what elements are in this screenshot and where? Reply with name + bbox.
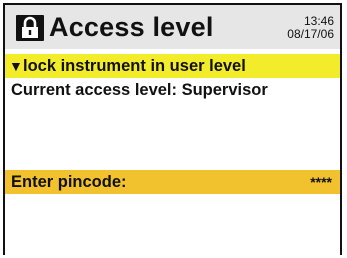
clock-display: 13:46 08/17/06 xyxy=(274,15,334,41)
lock-icon xyxy=(16,15,44,41)
lock-option-label: lock instrument in user level xyxy=(23,57,246,75)
current-access-level: Current access level: Supervisor xyxy=(5,78,340,102)
dropdown-arrow-icon: ▼ xyxy=(9,58,23,74)
pincode-field[interactable]: Enter pincode: **** xyxy=(5,170,340,194)
lock-instrument-option[interactable]: ▼ lock instrument in user level xyxy=(5,54,340,78)
current-level-label: Current access level: Supervisor xyxy=(11,81,268,99)
pincode-label: Enter pincode: xyxy=(11,173,127,191)
date-text: 08/17/06 xyxy=(287,27,334,41)
pincode-value[interactable]: **** xyxy=(310,170,332,194)
page-title: Access level xyxy=(49,12,214,42)
title-bar: Access level 13:46 08/17/06 xyxy=(5,5,340,49)
instrument-screen: Access level 13:46 08/17/06 ▼ lock instr… xyxy=(3,3,342,255)
